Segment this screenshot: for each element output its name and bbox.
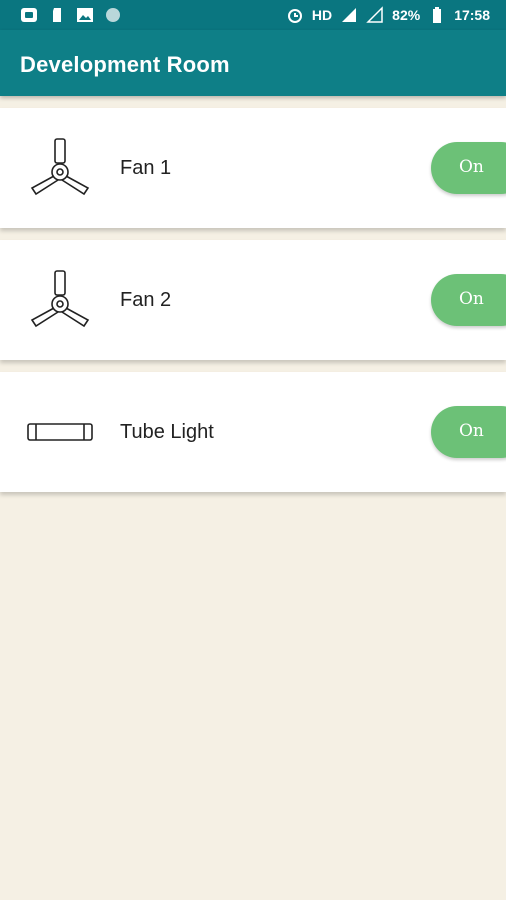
fan-icon: [30, 138, 90, 196]
tube-light-toggle-button[interactable]: On: [431, 406, 506, 458]
sim-icon: [53, 8, 61, 22]
network-label: HD: [311, 7, 333, 23]
signal-icon: [342, 8, 357, 22]
app-bar: Development Room: [0, 30, 506, 96]
device-name: Fan 2: [120, 289, 172, 311]
fan-icon: [30, 270, 90, 328]
device-name: Tube Light: [120, 421, 214, 443]
tube-light-icon: [27, 423, 93, 441]
status-bar: HD 82% 17:58: [0, 0, 506, 30]
status-bar-left: [20, 6, 122, 24]
toggle-label: On: [459, 289, 484, 309]
fan-1-toggle-button[interactable]: On: [431, 142, 506, 194]
status-bar-right: HD 82% 17:58: [286, 6, 490, 24]
alarm-icon: [287, 9, 302, 23]
app-icon: [21, 8, 37, 22]
toggle-label: On: [459, 421, 484, 441]
battery-icon: [433, 7, 442, 23]
device-card-fan-1: Fan 1 On: [0, 108, 506, 228]
device-name: Fan 1: [120, 157, 172, 179]
battery-percent: 82%: [392, 7, 421, 23]
fan-2-toggle-button[interactable]: On: [431, 274, 506, 326]
device-card-tube-light: Tube Light On: [0, 372, 506, 492]
clock: 17:58: [454, 7, 490, 23]
image-icon: [77, 8, 93, 22]
circle-icon: [106, 8, 120, 22]
device-card-fan-2: Fan 2 On: [0, 240, 506, 360]
toggle-label: On: [459, 157, 484, 177]
page-title: Development Room: [20, 52, 230, 77]
no-signal-icon: [366, 6, 383, 23]
